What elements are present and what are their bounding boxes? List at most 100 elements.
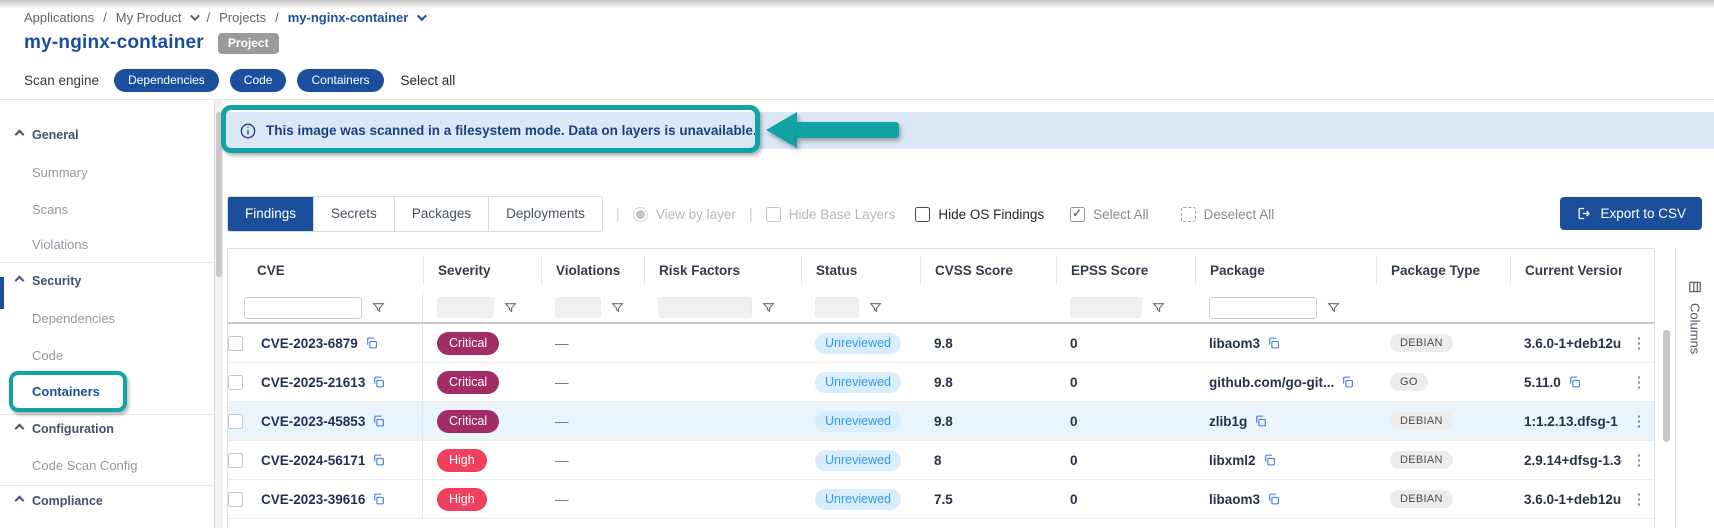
column-header-cvss-score[interactable]: CVSS Score — [920, 257, 1056, 285]
sidebar-item-containers[interactable]: Containers — [32, 384, 100, 399]
row-checkbox[interactable] — [228, 453, 243, 468]
chevron-up-icon[interactable] — [15, 424, 25, 434]
sidebar-section-compliance[interactable]: Compliance — [32, 494, 103, 508]
chevron-up-icon[interactable] — [15, 496, 25, 506]
package-filter-input[interactable] — [1209, 297, 1317, 319]
copy-icon[interactable] — [1267, 336, 1280, 350]
row-checkbox[interactable] — [228, 414, 243, 429]
sidebar-item-dependencies[interactable]: Dependencies — [32, 311, 115, 326]
column-header-package[interactable]: Package — [1195, 257, 1376, 285]
view-by-layer-radio[interactable] — [633, 207, 648, 222]
copy-icon[interactable] — [372, 414, 385, 428]
column-header-epss-score[interactable]: EPSS Score — [1056, 257, 1195, 285]
epss-score: 0 — [1056, 453, 1195, 468]
filter-icon[interactable] — [372, 301, 385, 314]
filter-icon[interactable] — [762, 301, 775, 314]
project-badge: Project — [218, 33, 279, 54]
sidebar-section-security[interactable]: Security — [32, 274, 81, 288]
table-row[interactable]: CVE-2025-21613 Critical — Unreviewed 9.8… — [228, 363, 1654, 402]
sidebar-item-violations[interactable]: Violations — [32, 237, 88, 252]
copy-icon[interactable] — [1263, 453, 1276, 467]
column-header-status[interactable]: Status — [801, 257, 920, 285]
row-checkbox[interactable] — [228, 492, 243, 507]
table-row[interactable]: CVE-2024-56171 High — Unreviewed 8 0 lib… — [228, 441, 1654, 480]
row-menu-icon[interactable]: ⋮ — [1622, 373, 1656, 391]
status-filter-box[interactable] — [815, 297, 859, 318]
column-header-violations[interactable]: Violations — [541, 257, 644, 285]
hide-os-findings-checkbox[interactable] — [915, 207, 930, 222]
copy-icon[interactable] — [365, 336, 378, 350]
engine-pill-containers[interactable]: Containers — [297, 69, 383, 92]
column-header-cve[interactable]: CVE — [228, 257, 423, 285]
copy-icon[interactable] — [1341, 375, 1354, 389]
cve-filter-input[interactable] — [244, 297, 362, 319]
table-row[interactable]: CVE-2023-39616 High — Unreviewed 7.5 0 l… — [228, 480, 1654, 519]
engine-pill-code[interactable]: Code — [230, 69, 287, 92]
tab-packages[interactable]: Packages — [394, 197, 488, 231]
sidebar-section-general[interactable]: General — [32, 128, 79, 142]
severity-badge: Critical — [437, 332, 499, 355]
table-scrollbar-thumb[interactable] — [1663, 330, 1670, 442]
hide-base-layers-checkbox[interactable] — [766, 207, 781, 222]
title-row: my-nginx-container Project — [24, 32, 279, 54]
content-scrollbar-thumb[interactable] — [216, 112, 222, 277]
sidebar-item-code-scan-config[interactable]: Code Scan Config — [32, 458, 138, 473]
violations-filter-box[interactable] — [555, 297, 601, 318]
column-header-package-type[interactable]: Package Type — [1376, 257, 1510, 285]
row-checkbox[interactable] — [228, 375, 243, 390]
table-row[interactable]: CVE-2023-6879 Critical — Unreviewed 9.8 … — [228, 324, 1654, 363]
hide-base-layers-label: Hide Base Layers — [789, 207, 896, 222]
cve-id: CVE-2023-45853 — [261, 414, 365, 429]
sidebar-item-scans[interactable]: Scans — [32, 202, 68, 217]
chevron-down-icon[interactable] — [417, 11, 427, 21]
export-to-csv-button[interactable]: Export to CSV — [1560, 197, 1702, 230]
breadcrumb-separator: / — [275, 10, 279, 25]
row-checkbox[interactable] — [228, 336, 243, 351]
select-all-engines-link[interactable]: Select all — [401, 73, 456, 88]
tab-findings[interactable]: Findings — [228, 197, 313, 231]
columns-panel-toggle[interactable]: Columns — [1675, 248, 1714, 528]
select-all-checkbox[interactable] — [1070, 207, 1085, 222]
findings-toolbar: Findings Secrets Packages Deployments | … — [227, 196, 1702, 232]
row-menu-icon[interactable]: ⋮ — [1622, 451, 1656, 469]
copy-icon[interactable] — [1254, 414, 1267, 428]
copy-icon[interactable] — [1568, 375, 1581, 389]
package-name: libaom3 — [1209, 336, 1260, 351]
row-menu-icon[interactable]: ⋮ — [1622, 412, 1656, 430]
sidebar-item-summary[interactable]: Summary — [32, 165, 88, 180]
engine-pill-dependencies[interactable]: Dependencies — [114, 69, 219, 92]
copy-icon[interactable] — [1267, 492, 1280, 506]
chevron-up-icon[interactable] — [15, 130, 25, 140]
copy-icon[interactable] — [372, 453, 385, 467]
filter-icon[interactable] — [869, 301, 882, 314]
column-header-severity[interactable]: Severity — [423, 257, 541, 285]
copy-icon[interactable] — [372, 375, 385, 389]
tab-deployments[interactable]: Deployments — [488, 197, 602, 231]
violations-value: — — [541, 375, 644, 390]
violations-value: — — [541, 492, 644, 507]
breadcrumb-applications[interactable]: Applications — [24, 10, 94, 25]
filter-icon[interactable] — [611, 301, 624, 314]
table-row[interactable]: CVE-2023-45853 Critical — Unreviewed 9.8… — [228, 402, 1654, 441]
breadcrumb-current-project[interactable]: my-nginx-container — [288, 10, 409, 25]
breadcrumb-my-product[interactable]: My Product — [116, 10, 182, 25]
chevron-down-icon[interactable] — [190, 11, 200, 21]
tab-secrets[interactable]: Secrets — [313, 197, 394, 231]
filter-icon[interactable] — [1152, 301, 1165, 314]
chevron-up-icon[interactable] — [15, 276, 25, 286]
violations-value: — — [541, 453, 644, 468]
copy-icon[interactable] — [372, 492, 385, 506]
breadcrumb-projects[interactable]: Projects — [219, 10, 266, 25]
deselect-all-icon[interactable] — [1181, 207, 1196, 222]
column-header-risk-factors[interactable]: Risk Factors — [644, 257, 801, 285]
row-menu-icon[interactable]: ⋮ — [1622, 490, 1656, 508]
epss-filter-box[interactable] — [1070, 297, 1142, 318]
sidebar-item-code[interactable]: Code — [32, 348, 63, 363]
filter-icon[interactable] — [504, 301, 517, 314]
row-menu-icon[interactable]: ⋮ — [1622, 334, 1656, 352]
risk-factors-filter-box[interactable] — [658, 297, 752, 318]
column-header-current-version[interactable]: Current Version — [1510, 257, 1622, 285]
sidebar-section-configuration[interactable]: Configuration — [32, 422, 114, 436]
severity-filter-box[interactable] — [437, 297, 494, 318]
filter-icon[interactable] — [1327, 301, 1340, 314]
